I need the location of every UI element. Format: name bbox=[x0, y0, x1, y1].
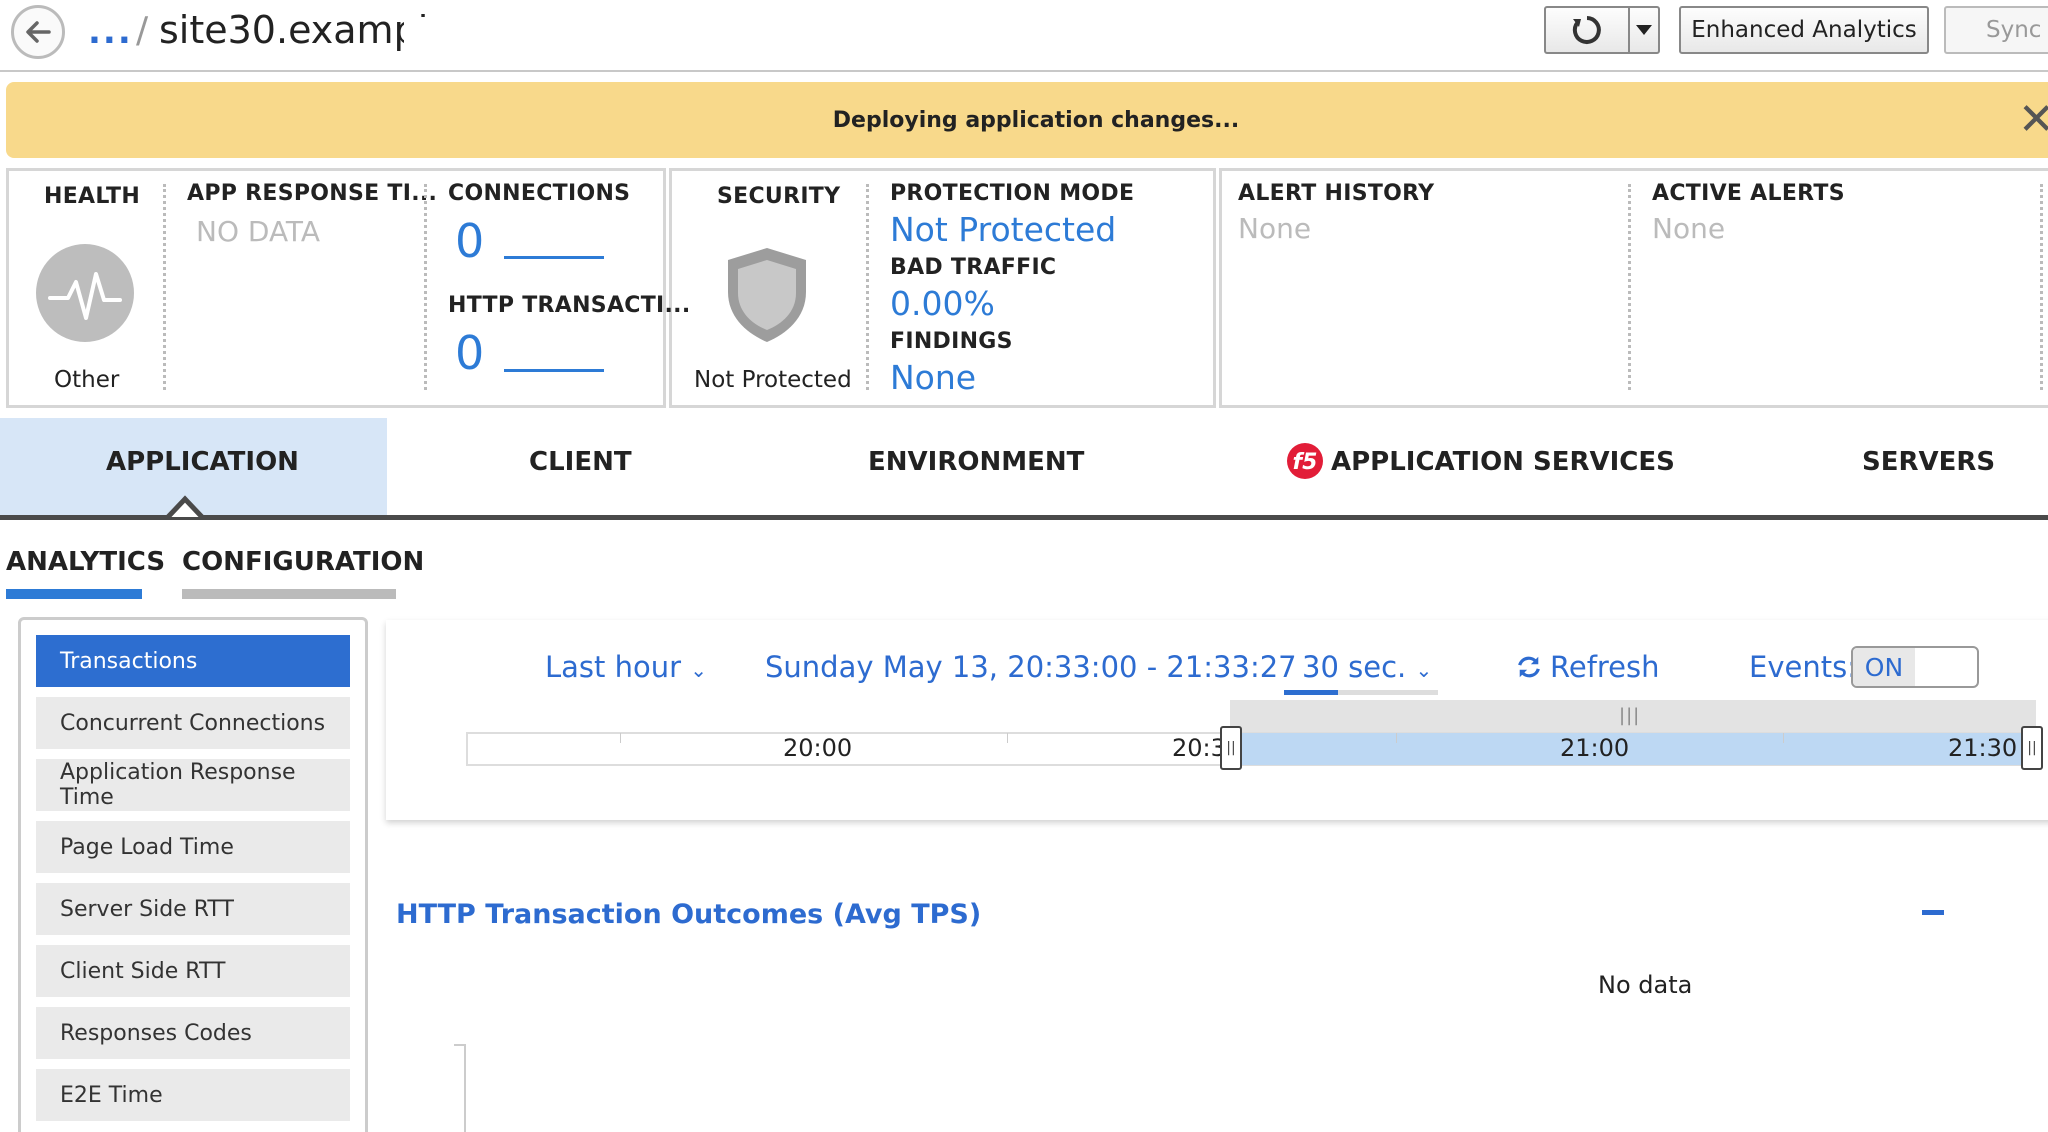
shield-icon bbox=[722, 244, 812, 348]
protection-mode-value[interactable]: Not Protected bbox=[890, 210, 1116, 249]
breadcrumb-ellipsis[interactable]: ... bbox=[88, 12, 133, 52]
chevron-down-icon: ⌄ bbox=[690, 658, 708, 682]
connections-sparkline bbox=[504, 256, 604, 259]
divider bbox=[866, 184, 869, 390]
app-response-time-value: NO DATA bbox=[196, 215, 321, 248]
health-label: HEALTH bbox=[44, 184, 141, 209]
breadcrumb-separator: / bbox=[136, 10, 149, 51]
connections-value: 0 bbox=[455, 214, 485, 268]
range-dropdown[interactable]: Last hour ⌄ bbox=[545, 650, 707, 684]
arrow-left-icon bbox=[26, 21, 51, 43]
tab-servers[interactable]: SERVERS bbox=[1862, 447, 1995, 477]
timeline-label: 21:30 bbox=[1948, 734, 2018, 762]
findings-value[interactable]: None bbox=[890, 358, 976, 397]
http-transactions-sparkline bbox=[504, 369, 604, 372]
events-toggle-on[interactable]: ON bbox=[1853, 648, 1915, 686]
timeline-label: 20:3 bbox=[1172, 734, 1226, 762]
active-tab-pointer-icon bbox=[166, 495, 204, 519]
chart-title: HTTP Transaction Outcomes (Avg TPS) bbox=[396, 899, 982, 930]
grip-icon: ||| bbox=[1619, 705, 1641, 726]
svg-text:f5: f5 bbox=[1293, 450, 1318, 475]
protection-mode-label: PROTECTION MODE bbox=[890, 181, 1135, 206]
back-button[interactable] bbox=[11, 5, 65, 59]
app-name-edit-area bbox=[404, 17, 486, 51]
timeline-label: 21:00 bbox=[1560, 734, 1630, 762]
tab-client[interactable]: CLIENT bbox=[529, 447, 632, 477]
timeline-label: 20:00 bbox=[783, 734, 853, 762]
menu-item-client-side-rtt[interactable]: Client Side RTT bbox=[36, 945, 350, 997]
refresh-icon bbox=[1518, 656, 1540, 678]
enhanced-analytics-button[interactable]: Enhanced Analytics bbox=[1679, 6, 1929, 54]
subtab-analytics-indicator bbox=[6, 589, 142, 599]
subtab-configuration[interactable]: CONFIGURATION bbox=[182, 547, 424, 577]
bad-traffic-value[interactable]: 0.00% bbox=[890, 284, 995, 323]
http-transactions-label[interactable]: HTTP TRANSACTI... bbox=[448, 293, 690, 318]
menu-item-application-response-time[interactable]: Application Response Time bbox=[36, 759, 350, 811]
timeline-selection[interactable] bbox=[1230, 733, 2036, 765]
minimize-icon[interactable] bbox=[1922, 910, 1944, 915]
refresh-icon bbox=[1572, 16, 1601, 44]
timeline-selection-handle-bar[interactable]: ||| bbox=[1230, 700, 2036, 732]
menu-item-e2e-time[interactable]: E2E Time bbox=[36, 1069, 350, 1121]
menu-item-page-load-time[interactable]: Page Load Time bbox=[36, 821, 350, 873]
chart-empty-message: No data bbox=[1598, 971, 1693, 999]
health-pulse-icon bbox=[36, 244, 134, 342]
bad-traffic-label: BAD TRAFFIC bbox=[890, 255, 1057, 280]
timeline-tick bbox=[620, 733, 621, 743]
active-alerts-value: None bbox=[1652, 212, 1726, 245]
chevron-down-icon: ⌄ bbox=[1415, 658, 1433, 682]
timeline-tick bbox=[1783, 733, 1784, 743]
tab-application[interactable]: APPLICATION bbox=[106, 447, 299, 477]
reload-button[interactable] bbox=[1546, 8, 1630, 52]
refresh-button[interactable]: Refresh bbox=[1516, 650, 1660, 684]
range-label: Last hour bbox=[545, 650, 682, 684]
divider bbox=[1628, 184, 1631, 390]
tab-application-services[interactable]: APPLICATION SERVICES bbox=[1331, 447, 1675, 477]
menu-item-responses-codes[interactable]: Responses Codes bbox=[36, 1007, 350, 1059]
deploy-banner: Deploying application changes... bbox=[6, 82, 2048, 158]
health-status: Other bbox=[54, 367, 120, 393]
timeline-right-handle[interactable]: || bbox=[2021, 726, 2043, 770]
reload-split-button bbox=[1544, 6, 1660, 54]
timeline-left-handle[interactable]: || bbox=[1220, 726, 1242, 770]
events-label: Events: bbox=[1749, 650, 1857, 684]
security-status: Not Protected bbox=[694, 367, 852, 393]
app-response-time-label: APP RESPONSE TI... bbox=[187, 181, 438, 206]
subtab-configuration-indicator bbox=[182, 589, 396, 599]
refresh-label: Refresh bbox=[1550, 650, 1660, 684]
date-range[interactable]: Sunday May 13, 20:33:00 - 21:33:27 bbox=[765, 650, 1297, 684]
connections-label[interactable]: CONNECTIONS bbox=[448, 181, 630, 206]
deploy-banner-message: Deploying application changes... bbox=[832, 107, 1240, 133]
close-icon[interactable]: ✕ bbox=[2018, 98, 2048, 142]
findings-label: FINDINGS bbox=[890, 329, 1013, 354]
f5-logo-icon: f5 bbox=[1286, 442, 1324, 480]
subtab-analytics[interactable]: ANALYTICS bbox=[6, 547, 165, 577]
divider bbox=[163, 184, 166, 390]
chart-y-axis bbox=[464, 1044, 466, 1132]
menu-item-server-side-rtt[interactable]: Server Side RTT bbox=[36, 883, 350, 935]
interval-label: 30 sec. bbox=[1302, 650, 1407, 684]
alert-history-value: None bbox=[1238, 212, 1312, 245]
menu-item-transactions[interactable]: Transactions bbox=[36, 635, 350, 687]
http-transactions-value: 0 bbox=[455, 326, 485, 380]
timeline-tick bbox=[1007, 733, 1008, 743]
security-label: SECURITY bbox=[717, 184, 841, 209]
alert-history-label: ALERT HISTORY bbox=[1238, 181, 1435, 206]
divider bbox=[2040, 184, 2043, 390]
interval-underline-active bbox=[1284, 690, 1338, 695]
active-alerts-label: ACTIVE ALERTS bbox=[1652, 181, 1845, 206]
reload-dropdown-button[interactable] bbox=[1630, 8, 1658, 52]
caret-down-icon bbox=[1636, 25, 1652, 35]
menu-item-concurrent-connections[interactable]: Concurrent Connections bbox=[36, 697, 350, 749]
divider bbox=[424, 184, 427, 390]
timeline-tick bbox=[1396, 733, 1397, 743]
interval-dropdown[interactable]: 30 sec. ⌄ bbox=[1302, 650, 1432, 684]
tab-environment[interactable]: ENVIRONMENT bbox=[868, 447, 1084, 477]
sync-button[interactable]: Sync bbox=[1944, 6, 2048, 54]
chart-y-axis-tick bbox=[454, 1044, 466, 1046]
